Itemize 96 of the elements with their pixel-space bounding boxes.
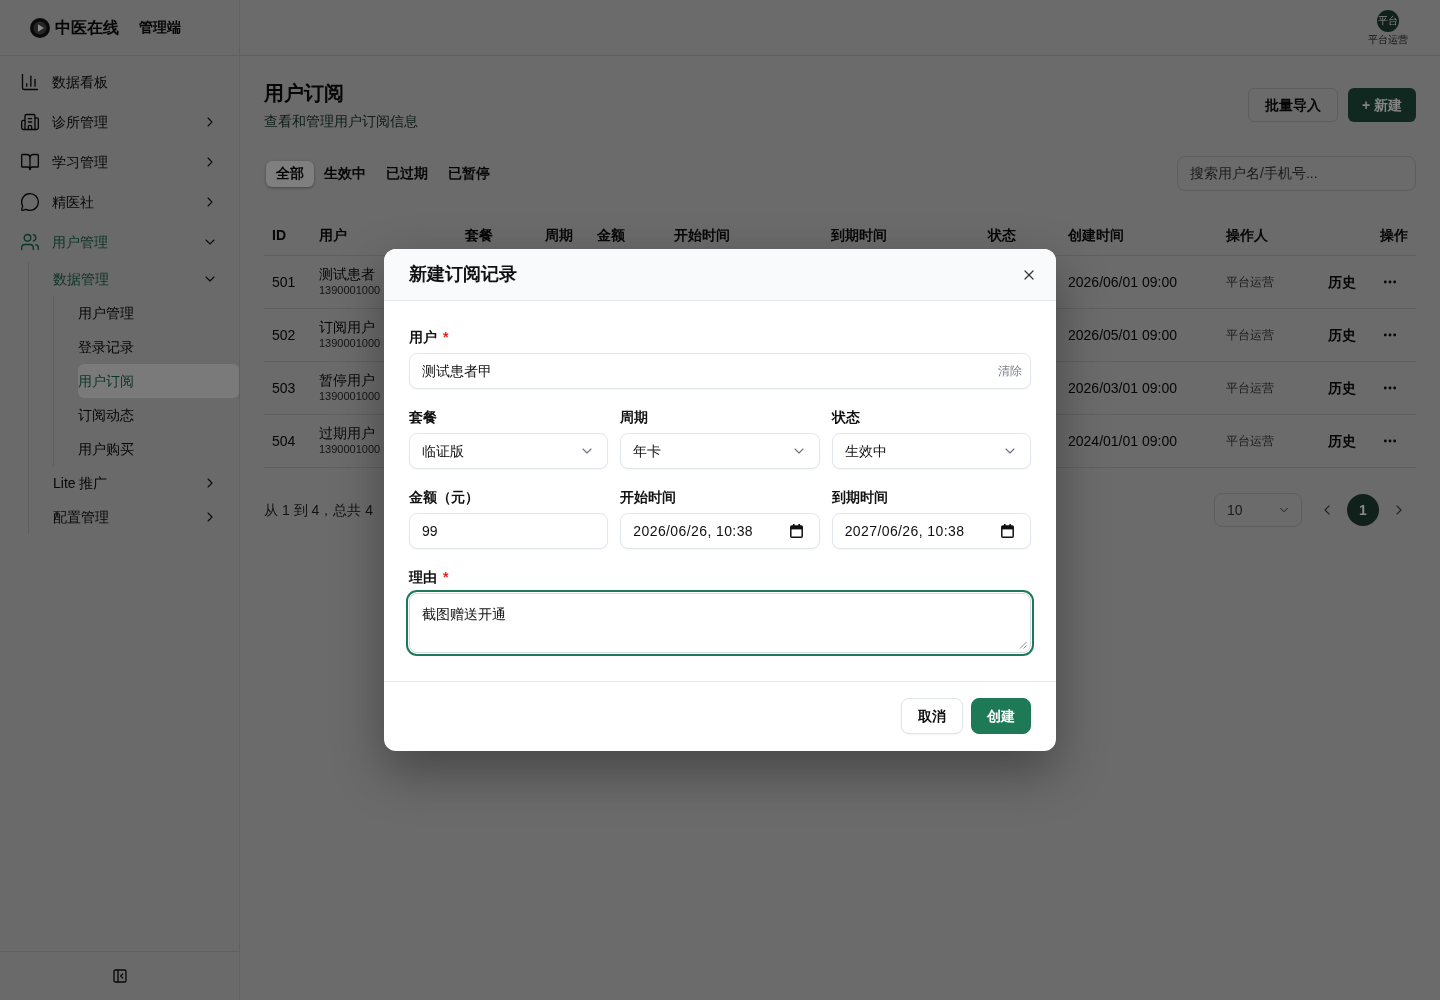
resize-grip-icon[interactable]	[1019, 641, 1027, 649]
user-name: 测试患者	[319, 266, 375, 282]
sidebar-item[interactable]: 用户管理	[78, 296, 239, 330]
history-link[interactable]: 历史	[1328, 324, 1356, 346]
panel-collapse-icon[interactable]	[111, 968, 128, 984]
select-field[interactable]: 年卡	[620, 433, 820, 469]
sidebar-item[interactable]: 用户管理	[0, 222, 239, 262]
secondary-button[interactable]: 取消	[901, 698, 963, 734]
building-icon	[20, 112, 40, 132]
column-header: 套餐	[464, 226, 494, 245]
sidebar-item[interactable]: Lite 推广	[53, 466, 239, 500]
page-size-select[interactable]: 10	[1214, 493, 1302, 527]
column-header: 周期	[544, 226, 574, 245]
user-phone: 1390001000	[319, 336, 381, 351]
sidebar-item[interactable]: 登录记录	[78, 330, 239, 364]
sidebar-item[interactable]: 数据看板	[0, 62, 239, 102]
field-label: 开始时间	[620, 487, 677, 507]
chat-bubble-icon	[20, 192, 40, 212]
operator-name: 平台运营	[1225, 274, 1275, 291]
sidebar-item[interactable]: 精医社	[0, 182, 239, 222]
column-header: 金额	[596, 226, 626, 245]
record-id: 504	[271, 431, 297, 451]
column-header: 用户	[318, 226, 348, 245]
sidebar-item[interactable]: 用户购买	[78, 432, 239, 466]
user-phone: 1390001000	[319, 442, 381, 457]
required-mark: *	[443, 567, 449, 587]
field-label: 到期时间	[831, 487, 888, 507]
pagination-summary: 从 1 到 4，总共 4	[264, 500, 373, 520]
amount-field[interactable]: 99	[409, 513, 609, 549]
bar-chart-icon	[20, 72, 40, 92]
reason-textarea[interactable]: 截图赠送开通	[409, 593, 1031, 653]
sidebar-item[interactable]: 订阅动态	[78, 398, 239, 432]
avatar[interactable]: 平台	[1377, 9, 1399, 32]
select-field[interactable]: 生效中	[831, 433, 1031, 469]
datetime-field[interactable]: 2027/06/26, 10:38	[831, 513, 1031, 549]
column-header: 开始时间	[673, 226, 731, 245]
filter-tab[interactable]: 已暂停	[438, 160, 500, 187]
logo-icon	[30, 17, 50, 38]
created-time: 2026/06/01 09:00	[1067, 272, 1178, 292]
dialog-title: 新建订阅记录	[409, 263, 517, 286]
user-name: 订阅用户	[319, 319, 375, 335]
brand-name: 中医在线	[55, 17, 119, 38]
users-icon	[20, 232, 40, 252]
page-subtitle: 查看和管理用户订阅信息	[264, 112, 418, 131]
user-field[interactable]: 测试患者甲 清除	[409, 353, 1031, 389]
sidebar-item[interactable]: 配置管理	[53, 500, 239, 534]
record-id: 502	[271, 325, 297, 345]
history-link[interactable]: 历史	[1328, 377, 1356, 399]
search-field[interactable]: 搜索用户名/手机号...	[1177, 156, 1416, 191]
column-header: 操作人	[1225, 226, 1269, 245]
user-phone: 1390001000	[319, 283, 381, 298]
field-label: 周期	[620, 407, 649, 427]
primary-button[interactable]: 创建	[971, 698, 1031, 734]
field-label: 金额（元）	[409, 487, 479, 507]
history-link[interactable]: 历史	[1328, 271, 1356, 293]
calendar-icon[interactable]	[789, 524, 803, 538]
filter-tab[interactable]: 生效中	[314, 160, 376, 187]
record-id: 503	[271, 378, 297, 398]
user-name: 过期用户	[319, 425, 375, 441]
calendar-icon[interactable]	[1001, 524, 1014, 538]
brand-tag: 管理端	[139, 17, 181, 38]
filter-tab[interactable]: 全部	[266, 160, 314, 187]
clear-link[interactable]: 清除	[998, 362, 1022, 380]
sidebar-item[interactable]: 诊所管理	[0, 102, 239, 142]
page-title: 用户订阅	[264, 81, 345, 106]
column-header: 操作	[1379, 226, 1409, 245]
field-label: 理由	[409, 567, 437, 587]
column-header: ID	[271, 226, 287, 245]
created-time: 2026/05/01 09:00	[1067, 325, 1178, 345]
user-name: 平台运营	[1368, 33, 1408, 46]
select-field[interactable]: 临证版	[409, 433, 609, 469]
sidebar-item[interactable]: 数据管理	[53, 262, 239, 296]
page-button[interactable]: 1	[1347, 494, 1379, 526]
operator-name: 平台运营	[1225, 327, 1275, 344]
required-mark: *	[443, 327, 449, 347]
sidebar-item[interactable]: 学习管理	[0, 142, 239, 182]
column-header: 状态	[986, 226, 1017, 245]
column-header: 创建时间	[1067, 226, 1125, 245]
user-name: 暂停用户	[319, 372, 375, 388]
field-label: 套餐	[409, 407, 437, 427]
sidebar-item[interactable]: 用户订阅	[78, 364, 239, 398]
primary-button[interactable]: + 新建	[1347, 88, 1416, 122]
field-label: 状态	[831, 407, 860, 427]
field-label: 用户	[409, 327, 437, 347]
secondary-button[interactable]: 批量导入	[1247, 88, 1338, 122]
column-header: 到期时间	[830, 226, 888, 245]
record-id: 501	[271, 272, 297, 292]
created-time: 2024/01/01 09:00	[1067, 431, 1178, 451]
created-time: 2026/03/01 09:00	[1067, 378, 1178, 398]
book-icon	[20, 152, 40, 172]
operator-name: 平台运营	[1225, 433, 1275, 450]
user-phone: 1390001000	[319, 389, 381, 404]
filter-tab[interactable]: 已过期	[376, 160, 438, 187]
history-link[interactable]: 历史	[1328, 430, 1356, 452]
operator-name: 平台运营	[1225, 380, 1275, 397]
datetime-field[interactable]: 2026/06/26, 10:38	[620, 513, 820, 549]
